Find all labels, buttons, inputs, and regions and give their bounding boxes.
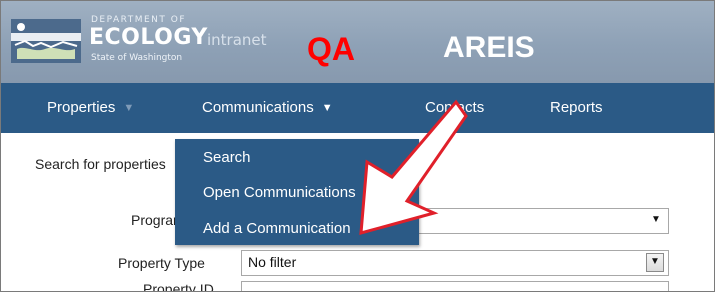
search-heading: Search for properties — [35, 156, 166, 172]
nav-reports-label: Reports — [550, 99, 603, 116]
nav-communications[interactable]: Communications ▼ — [202, 83, 333, 133]
logo-intranet-text: intranet — [207, 31, 267, 49]
dropdown-arrow-icon[interactable]: ▼ — [648, 212, 664, 228]
menu-item-search[interactable]: Search — [203, 149, 251, 166]
nav-communications-label: Communications — [202, 99, 314, 116]
nav-contacts-label: Contacts — [425, 99, 485, 116]
property-type-select-value: No filter — [248, 254, 297, 270]
app-title: AREIS — [443, 31, 535, 64]
logo-state-text: State of Washington — [91, 53, 183, 63]
chevron-down-icon: ▼ — [321, 102, 333, 115]
header-banner: DEPARTMENT OF ECOLOGY intranet State of … — [1, 1, 714, 83]
nav-properties-label: Properties — [47, 99, 116, 116]
logo-department-text: DEPARTMENT OF — [91, 15, 187, 25]
dropdown-arrow-icon[interactable]: ▼ — [646, 253, 664, 272]
menu-item-add-communication[interactable]: Add a Communication — [203, 220, 351, 237]
nav-contacts[interactable]: Contacts — [425, 83, 484, 133]
app-window: DEPARTMENT OF ECOLOGY intranet State of … — [0, 0, 715, 292]
ecology-logo-icon — [11, 19, 81, 63]
property-id-label: Property ID — [143, 281, 214, 292]
nav-properties[interactable]: Properties ▼ — [47, 83, 134, 133]
property-type-select[interactable]: No filter ▼ — [241, 250, 669, 276]
chevron-down-icon: ▼ — [123, 102, 135, 115]
property-type-label: Property Type — [118, 255, 205, 271]
menu-item-open-communications[interactable]: Open Communications — [203, 184, 356, 201]
main-nav: Properties ▼ Communications ▼ Contacts Rep… — [1, 83, 714, 133]
communications-menu: Search Open Communications Add a Communi… — [175, 139, 419, 245]
property-id-input[interactable] — [241, 281, 669, 291]
environment-badge: QA — [307, 31, 355, 67]
nav-reports[interactable]: Reports — [550, 83, 603, 133]
logo-ecology-text: ECOLOGY — [89, 25, 208, 50]
ecology-logo[interactable]: DEPARTMENT OF ECOLOGY intranet State of … — [7, 9, 269, 73]
